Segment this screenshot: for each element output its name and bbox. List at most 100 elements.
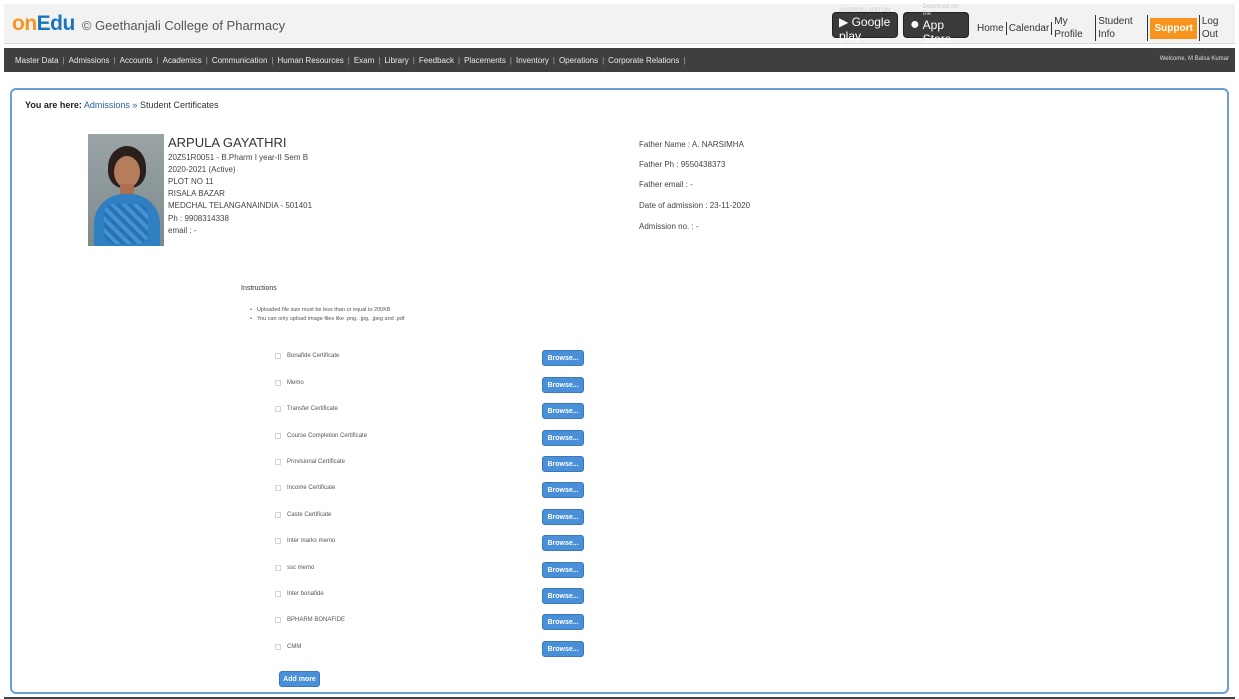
student-address-1: PLOT NO 11: [168, 177, 214, 186]
instruction-item: Uploaded file size must be less than or …: [250, 306, 404, 315]
browse-button[interactable]: Browse...: [542, 456, 584, 472]
father-phone: Father Ph : 9550438373: [639, 160, 726, 169]
student-email: email : -: [168, 226, 197, 235]
nav-placements[interactable]: Placements: [460, 56, 510, 65]
admission-number: Admission no. : -: [639, 222, 699, 231]
play-icon: ▶: [839, 14, 849, 29]
father-name: Father Name : A. NARSIMHA: [639, 140, 744, 149]
browse-button[interactable]: Browse...: [542, 509, 584, 525]
certificate-checkbox[interactable]: [275, 485, 281, 491]
brand-edu-text: Edu: [36, 12, 76, 35]
top-links: Home Calendar My Profile Student Info Su…: [975, 15, 1235, 41]
nav-communication[interactable]: Communication: [208, 56, 272, 65]
support-button[interactable]: Support: [1150, 17, 1197, 39]
nav-academics[interactable]: Academics: [159, 56, 206, 65]
nav-library[interactable]: Library: [380, 56, 412, 65]
certificate-label: Transfer Certificate: [287, 406, 338, 412]
calendar-link[interactable]: Calendar: [1007, 21, 1053, 35]
instructions-list: Uploaded file size must be less than or …: [250, 306, 404, 324]
content-panel: You are here: Admissions » Student Certi…: [10, 88, 1229, 694]
app-store-badge[interactable]: ● Download on the App Store: [903, 4, 969, 46]
certificate-row: ssc memo Browse...: [275, 562, 595, 578]
certificate-checkbox[interactable]: [275, 538, 281, 544]
nav-master-data[interactable]: Master Data: [11, 56, 63, 65]
certificate-row: Income Certificate Browse...: [275, 482, 595, 498]
google-badge-small-text: ANDROID APP ON: [839, 7, 891, 14]
apple-badge-small-text: Download on the: [922, 4, 958, 17]
certificate-label: Bonafide Certificate: [287, 353, 340, 359]
browse-button[interactable]: Browse...: [542, 482, 584, 498]
nav-accounts[interactable]: Accounts: [116, 56, 157, 65]
browse-button[interactable]: Browse...: [542, 614, 584, 630]
certificate-label: Inter marks memo: [287, 538, 336, 544]
brand-logo[interactable]: on Edu © Geethanjali College of Pharmacy: [12, 12, 285, 36]
nav-exam[interactable]: Exam: [350, 56, 378, 65]
certificate-row: CMM Browse...: [275, 641, 595, 657]
my-profile-link[interactable]: My Profile: [1052, 15, 1097, 41]
certificate-label: Course Completion Certificate: [287, 433, 368, 439]
certificate-checkbox[interactable]: [275, 353, 281, 359]
certificate-checkbox[interactable]: [275, 459, 281, 465]
browse-button[interactable]: Browse...: [542, 377, 584, 393]
browse-button[interactable]: Browse...: [542, 403, 584, 419]
breadcrumb-label: You are here:: [25, 100, 82, 110]
browse-button[interactable]: Browse...: [542, 430, 584, 446]
main-nav: Master Data | Admissions | Accounts | Acade…: [4, 48, 1235, 72]
certificate-row: Transfer Certificate Browse...: [275, 403, 595, 419]
certificate-row: Memo Browse...: [275, 377, 595, 393]
student-address-3: MEDCHAL TELANGANAINDIA - 501401: [168, 201, 313, 210]
nav-feedback[interactable]: Feedback: [415, 56, 458, 65]
nav-admissions[interactable]: Admissions: [65, 56, 114, 65]
certificate-row: Provisional Certificate Browse...: [275, 456, 595, 472]
certificate-checkbox[interactable]: [275, 512, 281, 518]
browse-button[interactable]: Browse...: [542, 641, 584, 657]
certificate-checkbox[interactable]: [275, 591, 281, 597]
logout-link[interactable]: Log Out: [1198, 15, 1235, 41]
browse-button[interactable]: Browse...: [542, 350, 584, 366]
student-photo: [88, 134, 164, 246]
admission-date: Date of admission : 23-11-2020: [639, 201, 751, 210]
student-year: 2020-2021 (Active): [168, 165, 236, 174]
breadcrumb: You are here: Admissions » Student Certi…: [25, 100, 218, 110]
certificate-checkbox[interactable]: [275, 565, 281, 571]
certificate-row: Inter marks memo Browse...: [275, 535, 595, 551]
instruction-item: You can only upload image files like .pn…: [250, 315, 404, 324]
certificate-row: Caste Certificate Browse...: [275, 509, 595, 525]
apple-icon: ●: [910, 16, 920, 33]
certificate-checkbox[interactable]: [275, 617, 281, 623]
nav-operations[interactable]: Operations: [555, 56, 602, 65]
certificate-label: Income Certificate: [287, 485, 336, 491]
certificate-checkbox[interactable]: [275, 380, 281, 386]
certificate-checkbox[interactable]: [275, 406, 281, 412]
browse-button[interactable]: Browse...: [542, 562, 584, 578]
apple-badge-big-text: App Store: [922, 18, 952, 46]
student-phone: Ph : 9908314338: [168, 214, 229, 223]
certificate-label: ssc memo: [287, 565, 315, 571]
nav-corporate-relations[interactable]: Corporate Relations: [604, 56, 683, 65]
google-play-badge[interactable]: ANDROID APP ON ▶ Google play: [832, 8, 898, 43]
certificate-row: BPHARM BONAFIDE Browse...: [275, 614, 595, 630]
top-header: on Edu © Geethanjali College of Pharmacy…: [4, 4, 1235, 46]
brand-on-text: on: [12, 12, 37, 35]
certificate-checkbox[interactable]: [275, 644, 281, 650]
certificate-label: CMM: [287, 644, 302, 650]
student-roll: 20Z51R0051 - B.Pharm I year-II Sem B: [168, 153, 309, 162]
instructions-title: Instructions: [241, 285, 277, 292]
father-email: Father email : -: [639, 180, 693, 189]
certificate-label: Caste Certificate: [287, 512, 332, 518]
college-name: © Geethanjali College of Pharmacy: [81, 18, 286, 33]
certificate-row: Inter bonafide Browse...: [275, 588, 595, 604]
certificate-row: Bonafide Certificate Browse...: [275, 350, 595, 366]
google-badge-big-text: ▶ Google play: [839, 15, 891, 43]
browse-button[interactable]: Browse...: [542, 535, 584, 551]
breadcrumb-current: Student Certificates: [139, 100, 219, 110]
browse-button[interactable]: Browse...: [542, 588, 584, 604]
certificate-checkbox[interactable]: [275, 433, 281, 439]
add-more-button[interactable]: Add more: [279, 671, 320, 687]
nav-human-resources[interactable]: Human Resources: [273, 56, 347, 65]
home-link[interactable]: Home: [975, 21, 1007, 35]
student-name: ARPULA GAYATHRI: [168, 135, 287, 150]
student-info-link[interactable]: Student Info: [1096, 15, 1149, 41]
breadcrumb-admissions[interactable]: Admissions: [84, 100, 130, 110]
nav-inventory[interactable]: Inventory: [512, 56, 553, 65]
